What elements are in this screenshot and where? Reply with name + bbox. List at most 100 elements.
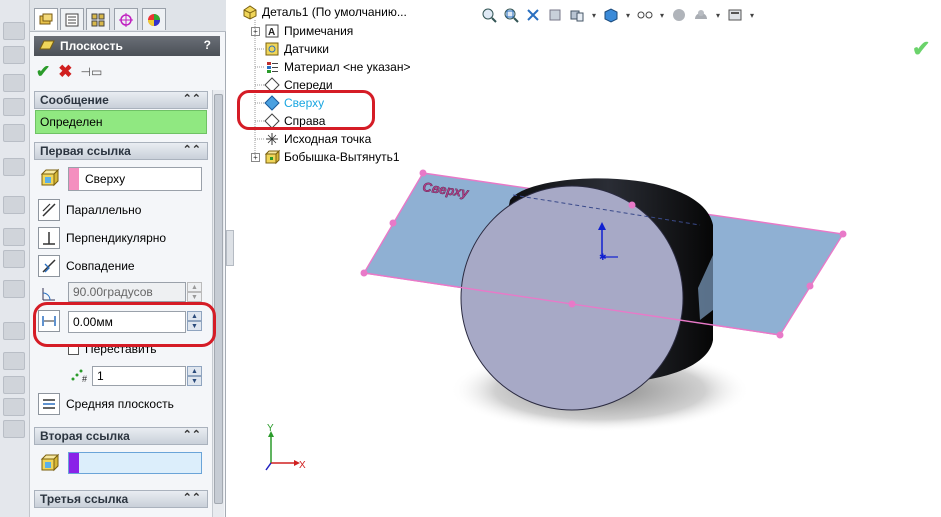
collapse-icon[interactable]: ⌃⌃ bbox=[183, 428, 201, 441]
tree-item-annotations[interactable]: A Примечания bbox=[264, 23, 353, 39]
panel-scrollbar[interactable] bbox=[212, 90, 224, 517]
section-header-third-reference[interactable]: Третья ссылка ⌃⌃ bbox=[34, 490, 208, 508]
angle-input[interactable]: 90.00градусов bbox=[68, 282, 186, 302]
option-label: Совпадение bbox=[66, 259, 135, 273]
feature-tree: Деталь1 (По умолчанию... + A Примечания … bbox=[234, 0, 454, 170]
feature-tree-icon bbox=[39, 13, 53, 24]
section-header-message[interactable]: Сообщение ⌃⌃ bbox=[34, 91, 208, 109]
appearance-icon[interactable] bbox=[670, 6, 688, 24]
hide-show-icon[interactable] bbox=[636, 6, 654, 24]
plane-handle[interactable] bbox=[839, 230, 847, 238]
plane-handle[interactable] bbox=[628, 201, 636, 209]
triad-x-label: X bbox=[299, 460, 306, 471]
count-spinner[interactable]: ▲ ▼ bbox=[187, 366, 202, 386]
message-box: Определен bbox=[35, 110, 207, 134]
view-orientation-icon[interactable] bbox=[568, 6, 586, 24]
toolbar-icon[interactable] bbox=[3, 74, 25, 92]
help-button[interactable]: ? bbox=[204, 38, 211, 52]
toolbar-icon[interactable] bbox=[3, 376, 25, 394]
instances-icon: # bbox=[71, 369, 87, 383]
property-manager: Плоскость ? ✔ ✖ ⊣▭ Сообщение ⌃⌃ Определе… bbox=[30, 0, 226, 517]
zoom-to-fit-icon[interactable] bbox=[480, 6, 498, 24]
chevron-down-icon[interactable]: ▾ bbox=[658, 6, 666, 24]
reference-entity-icon bbox=[38, 452, 60, 474]
tree-item-material[interactable]: Материал <не указан> bbox=[264, 59, 410, 75]
message-text: Определен bbox=[40, 115, 103, 129]
view-settings-icon[interactable] bbox=[726, 6, 744, 24]
tree-item-origin[interactable]: Исходная точка bbox=[264, 131, 371, 147]
section-title: Первая ссылка bbox=[40, 144, 131, 158]
toolbar-icon[interactable] bbox=[3, 124, 25, 142]
confirmation-check-icon[interactable]: ✔ bbox=[912, 36, 930, 62]
chevron-down-icon[interactable]: ▾ bbox=[748, 6, 756, 24]
display-style-icon[interactable] bbox=[602, 6, 620, 24]
tree-item-label: Примечания bbox=[284, 24, 354, 38]
view-toolbar: ▾ ▾ ▾ ▾ ▾ bbox=[480, 4, 756, 26]
plane-handle[interactable] bbox=[806, 282, 814, 290]
plane-icon bbox=[39, 40, 55, 50]
tree-root-label: Деталь1 (По умолчанию... bbox=[262, 5, 407, 19]
toolbar-icon[interactable] bbox=[3, 250, 25, 268]
zoom-area-icon[interactable] bbox=[502, 6, 520, 24]
option-perpendicular[interactable]: Перпендикулярно bbox=[38, 227, 166, 249]
tab-property-manager[interactable] bbox=[60, 8, 84, 30]
svg-text:#: # bbox=[82, 374, 87, 383]
option-midplane[interactable]: Средняя плоскость bbox=[38, 393, 174, 415]
cancel-x-icon[interactable]: ✖ bbox=[58, 62, 72, 82]
panel-title: Плоскость bbox=[60, 39, 123, 53]
toolbar-icon[interactable] bbox=[3, 420, 25, 438]
midplane-icon bbox=[38, 393, 60, 415]
toolbar-icon[interactable] bbox=[3, 398, 25, 416]
model-viewport[interactable]: ✱ Сверху Y X bbox=[230, 150, 870, 480]
section-view-icon[interactable] bbox=[546, 6, 564, 24]
option-label: Перпендикулярно bbox=[66, 231, 167, 245]
tab-feature-manager[interactable] bbox=[34, 8, 58, 30]
second-reference-selection[interactable] bbox=[68, 452, 202, 474]
toolbar-icon[interactable] bbox=[3, 352, 25, 370]
toolbar-icon[interactable] bbox=[3, 228, 25, 246]
collapse-icon[interactable]: ⌃⌃ bbox=[183, 491, 201, 504]
chevron-down-icon[interactable]: ▾ bbox=[590, 6, 598, 24]
plane-handle[interactable] bbox=[360, 269, 368, 277]
section-title: Сообщение bbox=[40, 93, 109, 107]
tab-display-manager[interactable] bbox=[142, 8, 166, 30]
collapse-icon[interactable]: ⌃⌃ bbox=[183, 143, 201, 156]
toolbar-icon[interactable] bbox=[3, 196, 25, 214]
triad-y-label: Y bbox=[267, 423, 274, 434]
reference-entity-icon bbox=[38, 167, 60, 189]
tree-connector-lines bbox=[254, 20, 264, 158]
section-title: Вторая ссылка bbox=[40, 429, 130, 443]
section-header-first-reference[interactable]: Первая ссылка ⌃⌃ bbox=[34, 142, 208, 160]
collapse-icon[interactable]: ⌃⌃ bbox=[183, 92, 201, 105]
plane-handle[interactable] bbox=[776, 331, 784, 339]
plane-handle[interactable] bbox=[568, 300, 576, 308]
toolbar-icon[interactable] bbox=[3, 280, 25, 298]
section-header-second-reference[interactable]: Вторая ссылка ⌃⌃ bbox=[34, 427, 208, 445]
scene-icon[interactable] bbox=[692, 6, 710, 24]
count-input[interactable]: 1 bbox=[92, 366, 186, 386]
cylinder-front-face[interactable] bbox=[460, 185, 684, 411]
pushpin-icon[interactable]: ⊣▭ bbox=[81, 65, 103, 79]
first-reference-row bbox=[38, 167, 60, 189]
toolbar-icon[interactable] bbox=[3, 46, 25, 64]
toolbar-icon[interactable] bbox=[3, 158, 25, 176]
scrollbar-thumb[interactable] bbox=[214, 94, 223, 504]
option-coincident[interactable]: Совпадение bbox=[38, 255, 135, 277]
toolbar-icon[interactable] bbox=[3, 98, 25, 116]
selection-color-swatch bbox=[69, 453, 79, 473]
plane-handle[interactable] bbox=[419, 169, 427, 177]
ok-check-icon[interactable]: ✔ bbox=[36, 62, 50, 82]
toolbar-icon[interactable] bbox=[3, 22, 25, 40]
plane-handle[interactable] bbox=[389, 219, 397, 227]
angle-spinner[interactable]: ▲ ▼ bbox=[187, 282, 202, 302]
chevron-down-icon[interactable]: ▾ bbox=[714, 6, 722, 24]
toolbar-icon[interactable] bbox=[3, 322, 25, 340]
parallel-icon bbox=[38, 199, 60, 221]
annotation-oval-tree bbox=[237, 90, 375, 130]
tab-dimxpert[interactable] bbox=[114, 8, 138, 30]
chevron-down-icon[interactable]: ▾ bbox=[624, 6, 632, 24]
first-reference-selection[interactable]: Сверху bbox=[68, 167, 202, 191]
previous-view-icon[interactable] bbox=[524, 6, 542, 24]
option-parallel[interactable]: Параллельно bbox=[38, 199, 141, 221]
tab-configuration-manager[interactable] bbox=[86, 8, 110, 30]
